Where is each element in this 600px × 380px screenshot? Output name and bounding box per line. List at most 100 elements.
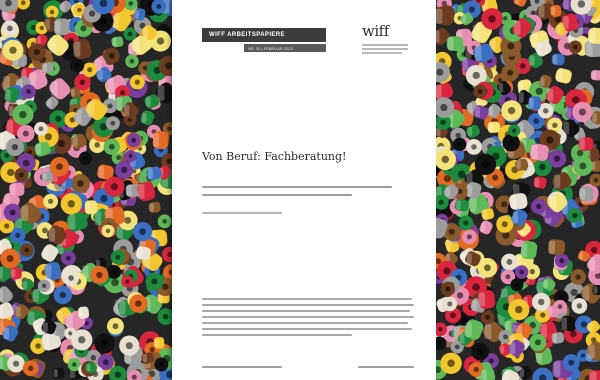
bead	[496, 215, 514, 233]
bead	[106, 264, 122, 279]
bead	[71, 329, 93, 351]
series-label: WIFF ARBEITSPAPIERE	[202, 28, 326, 42]
bead	[82, 62, 98, 78]
bead	[440, 281, 455, 297]
bead	[132, 221, 153, 242]
bead	[554, 253, 569, 268]
logo-tagline-line	[362, 52, 402, 54]
bead	[52, 367, 65, 379]
bead	[70, 58, 85, 73]
bead	[508, 298, 530, 321]
bead	[63, 269, 80, 286]
bead	[547, 239, 566, 255]
bead	[471, 342, 490, 361]
bead	[531, 198, 547, 215]
author-line	[202, 212, 282, 214]
bead	[105, 116, 120, 131]
bead	[578, 137, 594, 151]
bead	[501, 253, 518, 271]
bead	[154, 357, 169, 372]
bead	[54, 18, 70, 36]
abstract-line	[202, 322, 408, 324]
bead	[562, 354, 580, 372]
beads-photo-right	[436, 0, 600, 380]
bead	[0, 248, 21, 269]
bead	[61, 250, 76, 266]
series-issue: NR. 30 | FEBRUAR 2023	[244, 44, 326, 52]
bead	[501, 63, 519, 82]
bead	[70, 173, 91, 194]
bead	[101, 224, 115, 238]
bead	[49, 157, 70, 177]
bead	[45, 5, 59, 19]
logo-tagline-line	[362, 48, 408, 50]
bead	[507, 124, 521, 137]
bead	[28, 43, 46, 61]
abstract-line	[202, 328, 412, 330]
beads-photo-left	[0, 0, 172, 380]
document-title: Von Beruf: Fachberatung!	[202, 150, 347, 163]
bead	[440, 352, 462, 374]
bead	[573, 156, 593, 176]
publication-cover: WIFF ARBEITSPAPIERE NR. 30 | FEBRUAR 202…	[172, 0, 436, 380]
bead	[103, 47, 120, 64]
bead	[477, 258, 498, 278]
bead	[548, 149, 567, 168]
bead	[152, 131, 169, 150]
bead	[474, 153, 497, 176]
bead	[20, 243, 34, 258]
bead	[103, 138, 120, 155]
bead	[153, 337, 165, 349]
bead	[551, 53, 565, 66]
bead	[529, 333, 547, 352]
bead	[22, 360, 39, 377]
bead	[2, 39, 24, 61]
bead	[125, 54, 139, 68]
bead	[78, 151, 93, 165]
abstract-line	[202, 298, 412, 300]
bead	[21, 84, 36, 99]
abstract-line	[202, 304, 414, 306]
bead	[520, 241, 538, 260]
bead	[7, 354, 25, 373]
bead	[487, 121, 501, 133]
bead	[110, 250, 125, 265]
bead	[587, 27, 600, 45]
abstract-line	[202, 334, 352, 336]
bead	[94, 333, 115, 354]
bead	[124, 149, 137, 163]
bead	[579, 186, 594, 202]
bead	[43, 193, 59, 209]
bead	[442, 296, 457, 312]
bead	[462, 229, 477, 245]
bead	[473, 84, 488, 99]
bead	[53, 285, 73, 305]
bead	[528, 96, 542, 111]
bead	[567, 207, 583, 223]
bead	[568, 40, 582, 54]
bead	[5, 138, 24, 157]
bead	[104, 176, 125, 197]
subtitle-line	[202, 186, 392, 188]
bead	[3, 203, 22, 222]
bead	[14, 167, 29, 182]
bead	[145, 272, 164, 291]
bead	[90, 266, 109, 284]
bead	[129, 74, 145, 90]
bead	[592, 285, 600, 296]
subtitle-line	[202, 194, 352, 196]
bead	[452, 137, 467, 152]
bead	[481, 8, 503, 30]
bead	[571, 298, 588, 314]
bead	[126, 133, 141, 148]
bead	[121, 275, 134, 288]
bead	[60, 193, 82, 215]
bead	[119, 335, 140, 356]
bead	[148, 201, 161, 213]
bead	[458, 215, 474, 231]
logo-tagline-line	[362, 44, 408, 46]
bead	[446, 36, 464, 51]
bead	[34, 121, 48, 136]
bead	[478, 290, 496, 309]
bead	[157, 214, 172, 229]
